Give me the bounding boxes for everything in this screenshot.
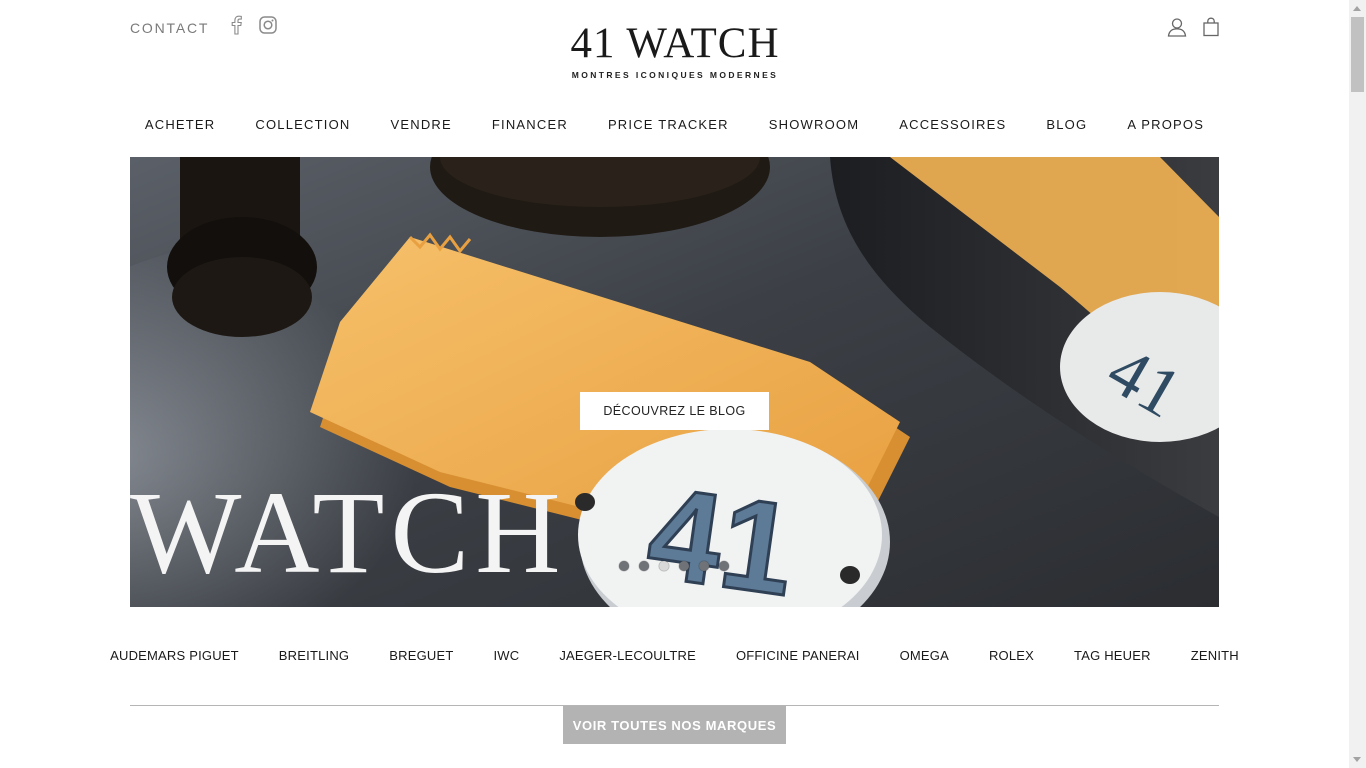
site-logo[interactable]: 41 WATCH MONTRES ICONIQUES MODERNES — [560, 20, 790, 81]
shopping-bag-icon[interactable] — [1200, 16, 1222, 38]
vertical-scrollbar[interactable] — [1349, 0, 1366, 768]
nav-item-financer[interactable]: FINANCER — [492, 117, 568, 137]
slider-dot[interactable] — [619, 561, 629, 571]
page: CONTACT 41 WATCH MONTRES ICONIQUES MODER… — [0, 0, 1349, 768]
brand-link-tag-heuer[interactable]: TAG HEUER — [1074, 648, 1151, 668]
slider-dot[interactable] — [679, 561, 689, 571]
brand-link-breitling[interactable]: BREITLING — [279, 648, 349, 668]
brand-link-rolex[interactable]: ROLEX — [989, 648, 1034, 668]
nav-item-vendre[interactable]: VENDRE — [390, 117, 451, 137]
nav-item-price-tracker[interactable]: PRICE TRACKER — [608, 117, 729, 137]
slider-dot[interactable] — [699, 561, 709, 571]
contact-link[interactable]: CONTACT — [130, 20, 209, 36]
nav-item-collection[interactable]: COLLECTION — [255, 117, 350, 137]
nav-item-accessoires[interactable]: ACCESSOIRES — [899, 117, 1006, 137]
header-left: CONTACT — [130, 14, 279, 36]
slider-dot[interactable] — [719, 561, 729, 571]
brand-link-zenith[interactable]: ZENITH — [1191, 648, 1239, 668]
discover-blog-button[interactable]: DÉCOUVREZ LE BLOG — [580, 392, 769, 430]
scroll-up-arrow-icon[interactable] — [1353, 6, 1361, 11]
brand-link-jaeger-lecoultre[interactable]: JAEGER-LECOULTRE — [559, 648, 696, 668]
brand-link-breguet[interactable]: BREGUET — [389, 648, 453, 668]
slider-dot[interactable] — [659, 561, 669, 571]
slider-dot[interactable] — [639, 561, 649, 571]
nav-item-showroom[interactable]: SHOWROOM — [769, 117, 859, 137]
logo-name: 41 WATCH — [570, 20, 780, 67]
scroll-down-arrow-icon[interactable] — [1353, 757, 1361, 762]
brand-link-audemars-piguet[interactable]: AUDEMARS PIGUET — [110, 648, 239, 668]
brand-link-officine-panerai[interactable]: OFFICINE PANERAI — [736, 648, 860, 668]
brand-link-omega[interactable]: OMEGA — [900, 648, 949, 668]
header-right — [1166, 16, 1222, 38]
hero-plate-number: 41 — [640, 459, 804, 607]
hero-overlay-text: WATCH — [130, 467, 566, 598]
nav-item-acheter[interactable]: ACHETER — [145, 117, 216, 137]
hero-slider[interactable]: 41 WATCH 41 DÉCOUVREZ LE BLOG — [130, 157, 1219, 607]
brand-links: AUDEMARS PIGUET BREITLING BREGUET IWC JA… — [110, 648, 1239, 668]
user-icon[interactable] — [1166, 16, 1188, 38]
hero-image: 41 WATCH 41 — [130, 157, 1219, 607]
logo-tagline: MONTRES ICONIQUES MODERNES — [571, 70, 779, 80]
scroll-thumb[interactable] — [1351, 17, 1364, 92]
instagram-icon[interactable] — [257, 14, 279, 36]
slider-dots — [619, 561, 729, 571]
all-brands-button[interactable]: VOIR TOUTES NOS MARQUES — [563, 706, 786, 744]
facebook-icon[interactable] — [225, 14, 247, 36]
nav-item-blog[interactable]: BLOG — [1046, 117, 1087, 137]
main-nav: ACHETER COLLECTION VENDRE FINANCER PRICE… — [130, 117, 1219, 137]
nav-item-a-propos[interactable]: A PROPOS — [1127, 117, 1204, 137]
brand-link-iwc[interactable]: IWC — [493, 648, 519, 668]
